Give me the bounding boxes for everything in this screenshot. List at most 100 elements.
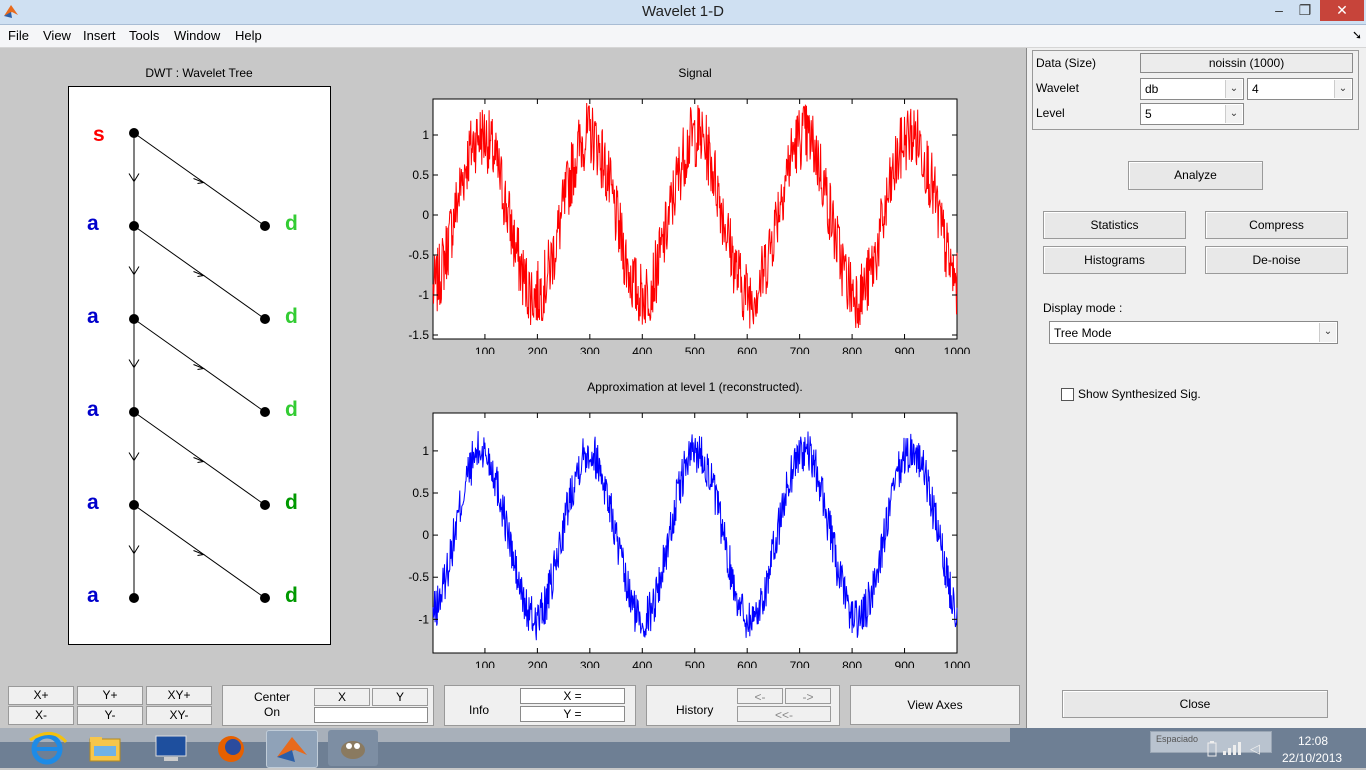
zoom-xy-minus-button[interactable]: XY- (146, 706, 212, 725)
dock-arrow-icon[interactable]: ➘ (1352, 28, 1362, 42)
tree-detail-branch (133, 411, 266, 506)
plot-y-tick-label: 1 (422, 444, 429, 458)
menu-insert[interactable]: Insert (83, 28, 116, 43)
lenovo-icon[interactable] (146, 730, 196, 766)
tree-title: DWT : Wavelet Tree (145, 66, 253, 80)
plot-x-tick-label: 500 (685, 659, 705, 668)
tree-detail-label: d (285, 584, 298, 607)
history-next-button[interactable]: -> (785, 688, 831, 704)
tree-approx-label: a (87, 212, 99, 235)
plot-x-tick-label: 400 (632, 345, 652, 354)
plot-x-tick-label: 300 (580, 659, 600, 668)
display-mode-select[interactable]: Tree Mode ⌄ (1049, 321, 1338, 344)
chevron-down-icon: ⌄ (1334, 80, 1351, 98)
plot-x-tick-label: 800 (842, 659, 862, 668)
wavelet-tree-panel: sa1a2a3a4a5d1d2d3d4d5 (68, 86, 331, 645)
clock-date[interactable]: 22/10/2013 (1282, 751, 1342, 765)
plot-x-tick-label: 200 (527, 659, 547, 668)
show-synthesized-checkbox[interactable] (1061, 388, 1074, 401)
chevron-down-icon: ⌄ (1225, 80, 1242, 98)
network-signal-icon[interactable] (1222, 742, 1242, 759)
plot-x-tick-label: 200 (527, 345, 547, 354)
wavelet-tree-diagram: sa1a2a3a4a5d1d2d3d4d5 (87, 123, 298, 607)
plot-x-tick-label: 700 (790, 345, 810, 354)
tree-detail-label: d (285, 491, 298, 514)
tree-detail-label: d (285, 212, 298, 235)
history-prev-button[interactable]: <- (737, 688, 783, 704)
level-label: Level (1036, 106, 1065, 120)
tree-approx-label: a (87, 584, 99, 607)
plot-y-tick-label: -1 (418, 288, 429, 302)
denoise-button[interactable]: De-noise (1205, 246, 1348, 274)
tree-approx-node (129, 593, 139, 603)
analyze-button[interactable]: Analyze (1128, 161, 1263, 190)
close-button[interactable]: Close (1062, 690, 1328, 718)
wavelet-order-select[interactable]: 4 ⌄ (1247, 78, 1353, 100)
tree-detail-node (260, 221, 270, 231)
maximize-button[interactable]: ❐ (1292, 0, 1318, 21)
plot-x-tick-label: 800 (842, 345, 862, 354)
plot-x-tick-label: 1000 (944, 345, 971, 354)
tree-approx-node (129, 221, 139, 231)
close-window-button[interactable]: ✕ (1320, 0, 1364, 21)
plot-y-tick-label: 1 (422, 128, 429, 142)
approximation-plot[interactable]: 100 200 300 400 500 600 700 800 900 1000 1 0.5 0 -0.5… (395, 398, 985, 668)
menu-file[interactable]: File (8, 28, 29, 43)
plot-y-tick-label: 0.5 (412, 486, 429, 500)
chevron-down-icon: ⌄ (1319, 323, 1336, 342)
signal-plot[interactable]: 100 200 300 400 500 600 700 800 900 1000 1 0.5 0 -0.5… (395, 84, 985, 354)
tree-detail-branch (133, 318, 266, 413)
center-on-label: Center On (253, 690, 291, 719)
plot-x-tick-label: 300 (580, 345, 600, 354)
plot-y-tick-label: -1.5 (408, 328, 429, 342)
center-y-button[interactable]: Y (372, 688, 428, 706)
gimp-icon[interactable] (328, 730, 378, 766)
volume-icon[interactable]: ◁ (1250, 741, 1260, 757)
center-on-input[interactable] (314, 707, 428, 723)
matlab-taskbar-icon[interactable] (266, 730, 318, 768)
window-title: Wavelet 1-D (642, 3, 724, 20)
firefox-icon[interactable] (206, 730, 256, 766)
plot-x-tick-label: 100 (475, 345, 495, 354)
wavelet-order-value: 4 (1252, 82, 1259, 96)
title-bar: Wavelet 1-D – ❐ ✕ (0, 0, 1366, 25)
statistics-button[interactable]: Statistics (1043, 211, 1186, 239)
view-axes-button[interactable]: View Axes (850, 685, 1020, 725)
tree-signal-label: s (93, 123, 105, 146)
history-first-button[interactable]: <<- (737, 706, 831, 722)
file-explorer-icon[interactable] (80, 730, 130, 766)
tree-approx-node (129, 314, 139, 324)
zoom-xy-plus-button[interactable]: XY+ (146, 686, 212, 705)
menu-window[interactable]: Window (174, 28, 220, 43)
level-value: 5 (1145, 107, 1152, 121)
tree-detail-label: d (285, 305, 298, 328)
center-x-button[interactable]: X (314, 688, 370, 706)
control-panel: Data (Size) noissin (1000) Wavelet db ⌄ … (1026, 48, 1366, 728)
minimize-button[interactable]: – (1266, 0, 1292, 21)
clock-time[interactable]: 12:08 (1298, 734, 1328, 748)
tree-detail-branch (133, 225, 266, 320)
compress-button[interactable]: Compress (1205, 211, 1348, 239)
zoom-y-plus-button[interactable]: Y+ (77, 686, 143, 705)
histograms-button[interactable]: Histograms (1043, 246, 1186, 274)
plot-x-tick-label: 700 (790, 659, 810, 668)
wavelet-label: Wavelet (1036, 81, 1079, 95)
tree-detail-node (260, 500, 270, 510)
zoom-y-minus-button[interactable]: Y- (77, 706, 143, 725)
tree-approx-node (129, 128, 139, 138)
menu-tools[interactable]: Tools (129, 28, 159, 43)
tree-detail-node (260, 314, 270, 324)
bottom-toolbar: X+ Y+ XY+ X- Y- XY- Center On X Y Info X… (0, 680, 1026, 728)
internet-explorer-icon[interactable] (22, 730, 72, 766)
wavelet-family-select[interactable]: db ⌄ (1140, 78, 1244, 100)
plot-x-tick-label: 900 (895, 345, 915, 354)
display-mode-label: Display mode : (1043, 301, 1123, 315)
level-select[interactable]: 5 ⌄ (1140, 103, 1244, 125)
tree-approx-label: a (87, 305, 99, 328)
menu-view[interactable]: View (43, 28, 71, 43)
plot-y-tick-label: -0.5 (408, 248, 429, 262)
menu-help[interactable]: Help (235, 28, 262, 43)
zoom-x-minus-button[interactable]: X- (8, 706, 74, 725)
zoom-x-plus-button[interactable]: X+ (8, 686, 74, 705)
battery-icon[interactable] (1207, 741, 1217, 760)
